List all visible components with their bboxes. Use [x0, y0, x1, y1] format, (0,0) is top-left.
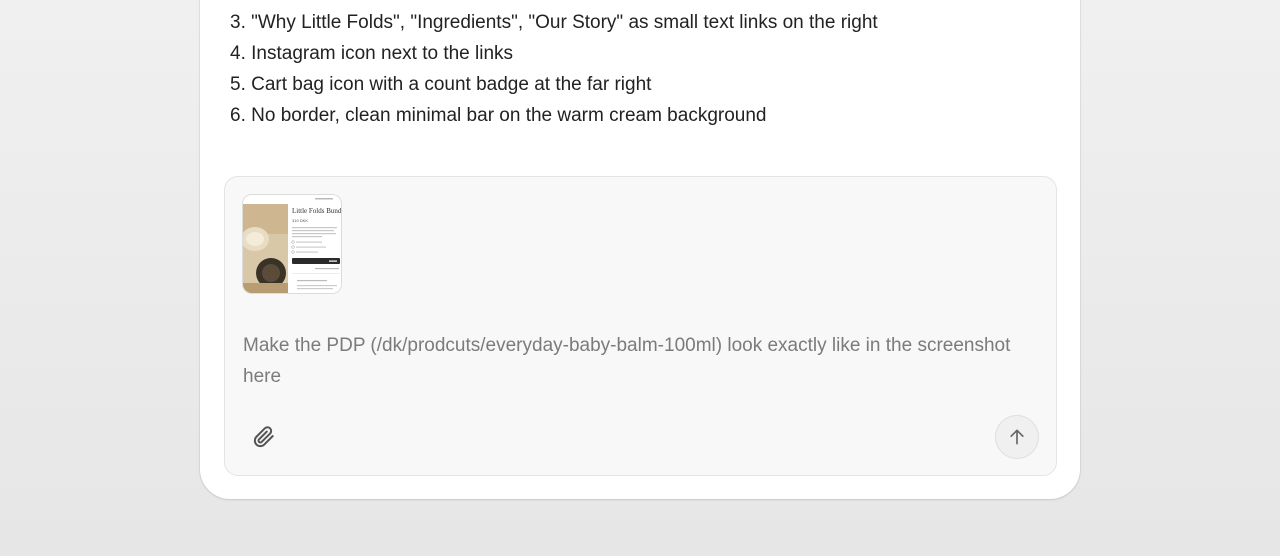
message-composer[interactable]: Little Folds Bundl 310 DKK Make the PDP … [224, 176, 1057, 476]
chat-panel: 3. "Why Little Folds", "Ingredients", "O… [200, 0, 1080, 499]
composer-text[interactable]: Make the PDP (/dk/prodcuts/everyday-baby… [243, 330, 1033, 392]
arrow-up-icon [1010, 429, 1024, 445]
thumbnail-title: Little Folds Bundl [292, 207, 341, 215]
list-item: 6. No border, clean minimal bar on the w… [230, 105, 767, 126]
thumbnail-price: 310 DKK [292, 218, 308, 223]
send-button[interactable] [995, 415, 1039, 459]
message-list: 3. "Why Little Folds", "Ingredients", "O… [230, 7, 878, 131]
attach-button[interactable] [249, 422, 279, 452]
list-item: 5. Cart bag icon with a count badge at t… [230, 74, 652, 95]
screenshot-preview-image: Little Folds Bundl 310 DKK [243, 195, 341, 293]
attachment-thumbnail[interactable]: Little Folds Bundl 310 DKK [242, 194, 342, 294]
list-item: 4. Instagram icon next to the links [230, 43, 514, 64]
paperclip-icon [253, 426, 274, 448]
list-item: 3. "Why Little Folds", "Ingredients", "O… [230, 12, 878, 33]
